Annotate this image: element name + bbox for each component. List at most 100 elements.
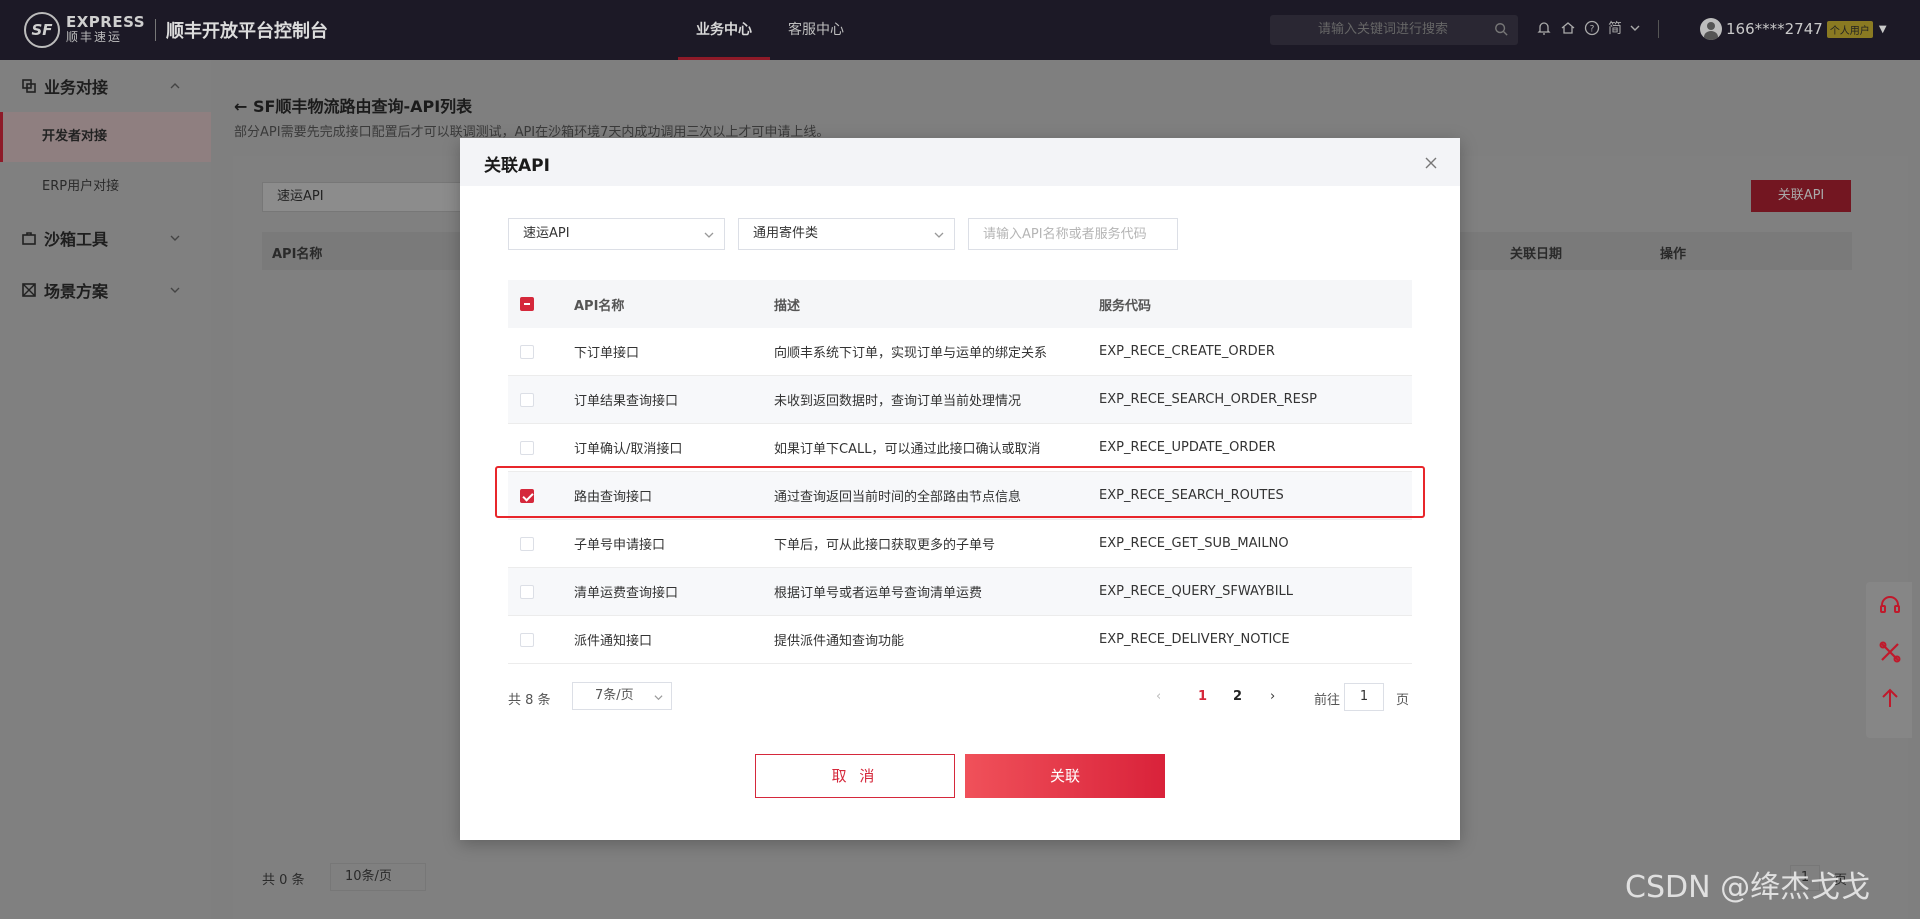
header-divider — [1658, 20, 1659, 38]
sidebar-group-scenario[interactable]: 场景方案 — [0, 264, 211, 316]
table-row[interactable]: 清单运费查询接口 根据订单号或者运单号查询清单运费 EXP_RECE_QUERY… — [508, 568, 1412, 616]
chevron-up-icon[interactable] — [169, 80, 181, 92]
page-unit: 页 — [1396, 693, 1410, 708]
user-phone: 166****2747 — [1726, 20, 1823, 38]
bg-category-select[interactable]: 速运API — [262, 182, 462, 212]
table-row[interactable]: 子单号申请接口 下单后，可从此接口获取更多的子单号 EXP_RECE_GET_S… — [508, 520, 1412, 568]
col-service-code: 服务代码 — [1099, 298, 1152, 314]
bg-col-api-name: API名称 — [272, 247, 323, 262]
row-api-name: 订单结果查询接口 — [574, 394, 679, 409]
row-service-code: EXP_RECE_CREATE_ORDER — [1099, 344, 1275, 359]
row-service-code: EXP_RECE_SEARCH_ORDER_RESP — [1099, 392, 1317, 407]
chevron-down-icon[interactable] — [169, 232, 181, 244]
table-row[interactable]: 派件通知接口 提供派件通知查询功能 EXP_RECE_DELIVERY_NOTI… — [508, 616, 1412, 664]
dialog-title: 关联API — [484, 156, 550, 176]
row-checkbox[interactable] — [520, 632, 534, 647]
back-to-top-icon[interactable] — [1878, 686, 1902, 710]
row-api-name: 路由查询接口 — [574, 490, 653, 505]
language-switch[interactable]: 简 — [1608, 18, 1622, 38]
watermark: CSDN @绛杰戈戈 — [1625, 870, 1871, 905]
link-icon — [22, 79, 36, 93]
logo[interactable]: SF EXPRESS 顺丰速运 顺丰开放平台控制台 — [24, 12, 328, 48]
table-row-selected[interactable]: 路由查询接口 通过查询返回当前时间的全部路由节点信息 EXP_RECE_SEAR… — [495, 466, 1425, 520]
sidebar-group-business[interactable]: 业务对接 — [0, 60, 211, 112]
caret-down-icon[interactable]: ▼ — [1879, 24, 1887, 35]
link-api-button[interactable]: 关联API — [1751, 180, 1851, 212]
row-description: 提供派件通知查询功能 — [774, 634, 905, 649]
prev-page-icon[interactable]: ‹ — [1156, 689, 1161, 704]
user-menu[interactable]: 166****2747 个人用户 ▼ — [1700, 18, 1887, 40]
col-description: 描述 — [774, 298, 801, 314]
row-description: 下单后，可从此接口获取更多的子单号 — [774, 538, 996, 553]
tools-icon[interactable] — [1878, 640, 1902, 664]
dialog-header: 关联API — [460, 138, 1460, 186]
category-select[interactable]: 速运API — [508, 218, 725, 250]
row-checkbox[interactable] — [520, 440, 534, 455]
row-description: 根据订单号或者运单号查询清单运费 — [774, 586, 983, 601]
row-description: 未收到返回数据时，查询订单当前处理情况 — [774, 394, 1022, 409]
sidebar-item-erp[interactable]: ERP用户对接 — [0, 162, 211, 212]
table-row[interactable]: 订单结果查询接口 未收到返回数据时，查询订单当前处理情况 EXP_RECE_SE… — [508, 376, 1412, 424]
nav-service-center[interactable]: 客服中心 — [770, 0, 862, 60]
chevron-down-icon — [654, 695, 663, 701]
app-title: 顺丰开放平台控制台 — [166, 21, 329, 42]
row-service-code: EXP_RECE_QUERY_SFWAYBILL — [1099, 584, 1294, 599]
bell-icon[interactable] — [1536, 20, 1552, 36]
page-number-1[interactable]: 1 — [1198, 689, 1207, 704]
table-row[interactable]: 订单确认/取消接口 如果订单下CALL，可以通过此接口确认或取消 EXP_REC… — [508, 424, 1412, 472]
type-select-value: 通用寄件类 — [753, 226, 819, 241]
table-header: API名称 描述 服务代码 — [508, 280, 1412, 328]
dialog-filters: 速运API 通用寄件类 — [508, 218, 1178, 250]
row-checkbox[interactable] — [520, 392, 534, 407]
svg-text:?: ? — [1590, 25, 1595, 35]
page-title: ← SF顺丰物流路由查询-API列表 — [234, 93, 472, 117]
close-icon[interactable] — [1424, 156, 1438, 170]
select-all-checkbox[interactable] — [520, 297, 534, 311]
page-size-value: 7条/页 — [595, 688, 634, 703]
row-api-name: 订单确认/取消接口 — [574, 442, 683, 457]
search-icon[interactable] — [1494, 22, 1508, 36]
sidebar-item-developer[interactable]: 开发者对接 — [0, 112, 211, 162]
page-title-text: SF顺丰物流路由查询-API列表 — [252, 97, 473, 116]
scenario-icon — [22, 283, 36, 297]
chevron-down-icon[interactable] — [1630, 23, 1640, 33]
row-description: 如果订单下CALL，可以通过此接口确认或取消 — [774, 442, 1041, 457]
type-select[interactable]: 通用寄件类 — [738, 218, 955, 250]
row-service-code: EXP_RECE_SEARCH_ROUTES — [1099, 488, 1284, 503]
category-select-value: 速运API — [523, 226, 570, 241]
help-icon[interactable]: ? — [1584, 20, 1600, 36]
row-checkbox[interactable] — [520, 488, 534, 503]
confirm-link-button[interactable]: 关联 — [965, 754, 1165, 798]
row-checkbox[interactable] — [520, 536, 534, 551]
row-api-name: 派件通知接口 — [574, 634, 653, 649]
row-service-code: EXP_RECE_UPDATE_ORDER — [1099, 440, 1276, 455]
search-placeholder: 请输入关键词进行搜索 — [1318, 22, 1449, 37]
sidebar: 业务对接 开发者对接 ERP用户对接 沙箱工具 场景方案 — [0, 60, 211, 919]
goto-page-input[interactable]: 1 — [1344, 683, 1384, 711]
dialog-pagination: 共 8 条 7条/页 ‹ 1 2 › 前往 1 页 — [508, 682, 1412, 712]
chevron-down-icon[interactable] — [169, 284, 181, 296]
logo-cn: 顺丰速运 — [66, 30, 123, 44]
home-icon[interactable] — [1560, 20, 1576, 36]
page-number-2[interactable]: 2 — [1233, 689, 1242, 704]
logo-divider — [155, 19, 157, 41]
cancel-button[interactable]: 取 消 — [755, 754, 955, 798]
back-arrow-icon[interactable]: ← — [234, 97, 253, 116]
row-checkbox[interactable] — [520, 344, 534, 359]
sf-logo-mark: SF — [24, 12, 60, 48]
nav-business-center[interactable]: 业务中心 — [678, 0, 770, 60]
row-checkbox[interactable] — [520, 584, 534, 599]
header-search-input[interactable]: 请输入关键词进行搜索 — [1270, 15, 1518, 45]
row-service-code: EXP_RECE_GET_SUB_MAILNO — [1099, 536, 1289, 551]
logo-en: EXPRESS — [66, 13, 146, 31]
chevron-down-icon — [704, 232, 714, 238]
page-size-select[interactable]: 7条/页 — [572, 682, 672, 710]
api-search-input[interactable] — [968, 218, 1178, 250]
bg-page-size-select[interactable]: 10条/页 — [330, 863, 426, 891]
goto-label: 前往 — [1314, 693, 1341, 708]
sidebar-group-sandbox[interactable]: 沙箱工具 — [0, 212, 211, 264]
row-api-name: 下订单接口 — [574, 346, 640, 361]
table-row[interactable]: 下订单接口 向顺丰系统下订单，实现订单与运单的绑定关系 EXP_RECE_CRE… — [508, 328, 1412, 376]
customer-service-icon[interactable] — [1878, 594, 1902, 618]
next-page-icon[interactable]: › — [1270, 689, 1275, 704]
